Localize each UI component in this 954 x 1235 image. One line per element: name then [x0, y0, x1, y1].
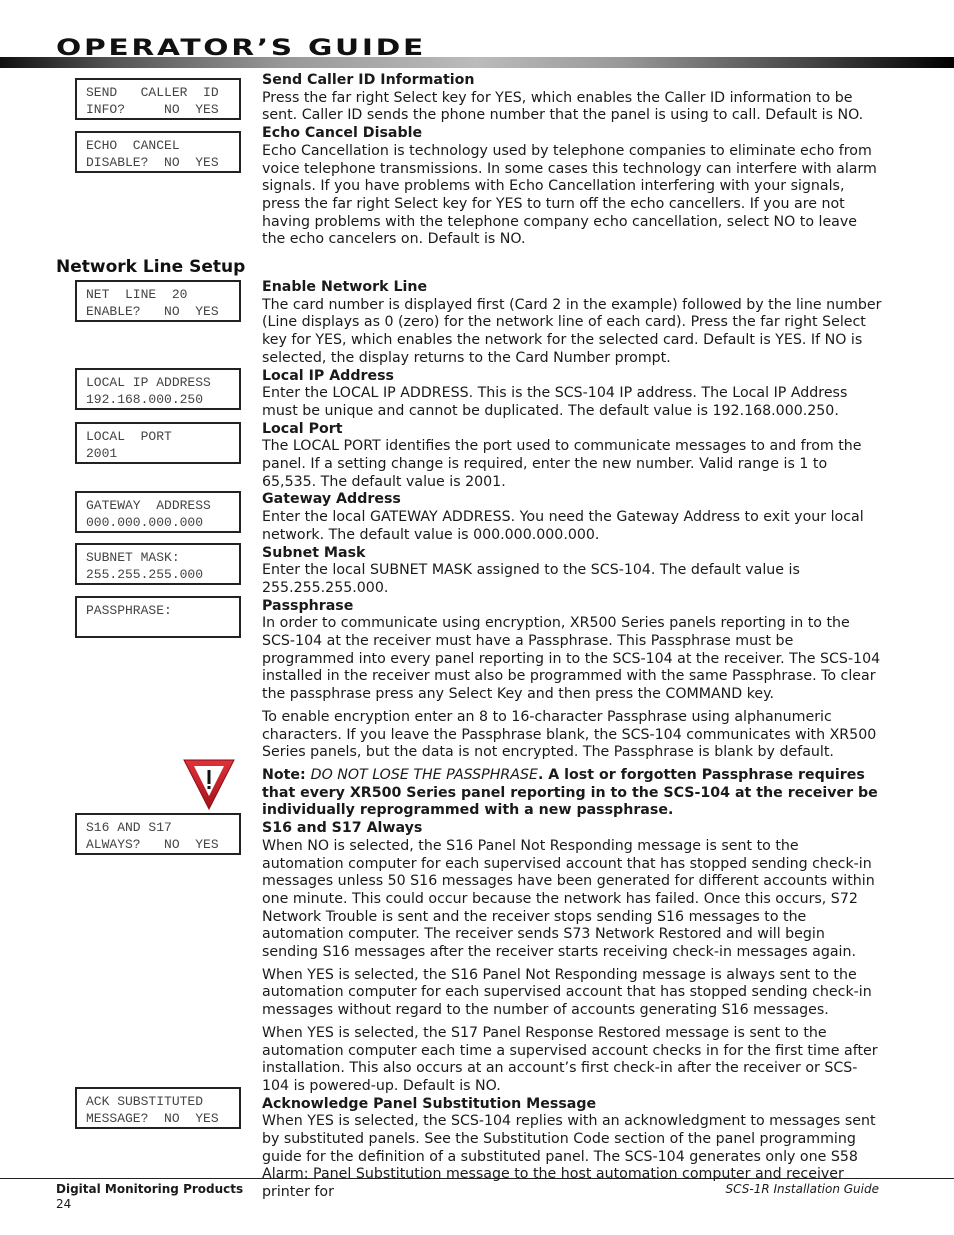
section-title: Send Caller ID Information — [262, 72, 475, 88]
lcd-line: ACK SUBSTITUTED — [86, 1094, 204, 1109]
lcd-line: DISABLE? NO YES — [86, 155, 219, 170]
section-body: Press the far right Select key for YES, … — [262, 89, 864, 124]
section-body: When YES is selected, the S16 Panel Not … — [262, 966, 872, 1019]
lcd-line: MESSAGE? NO YES — [86, 1111, 219, 1126]
section-body: The LOCAL PORT identifies the port used … — [262, 438, 862, 490]
section-body: When YES is selected, the S17 Panel Resp… — [262, 1024, 878, 1094]
section-title: Echo Cancel Disable — [262, 125, 423, 142]
lcd-line: LOCAL PORT — [86, 429, 172, 444]
section-title: Passphrase — [262, 597, 354, 614]
section-send-caller-id: Send Caller ID Information Press the far… — [262, 72, 882, 249]
warning-yield-icon — [183, 759, 235, 810]
lcd-line: ENABLE? NO YES — [86, 304, 219, 319]
lcd-gateway: GATEWAY ADDRESS 000.000.000.000 — [75, 491, 241, 533]
footer-divider — [0, 1178, 954, 1179]
lcd-local-ip: LOCAL IP ADDRESS 192.168.000.250 — [75, 368, 241, 410]
lcd-line: LOCAL IP ADDRESS — [86, 375, 211, 390]
section-body: Echo Cancellation is technology used by … — [262, 142, 877, 248]
lcd-line: ECHO CANCEL — [86, 138, 180, 153]
section-body: When NO is selected, the S16 Panel Not R… — [262, 837, 875, 961]
lcd-line: SEND CALLER ID — [86, 85, 219, 100]
section-title: Acknowledge Panel Substitution Message — [262, 1095, 597, 1112]
section-network: Enable Network Line The card number is d… — [262, 279, 882, 1202]
lcd-net-line-enable: NET LINE 20 ENABLE? NO YES — [75, 280, 241, 322]
lcd-passphrase: PASSPHRASE: — [75, 596, 241, 638]
footer-company: Digital Monitoring Products — [56, 1182, 244, 1196]
lcd-line: 000.000.000.000 — [86, 515, 204, 530]
section-title: S16 and S17 Always — [262, 820, 423, 837]
lcd-line: 192.168.000.250 — [86, 392, 204, 407]
footer-page-number: 24 — [56, 1197, 72, 1211]
section-body: Enter the local SUBNET MASK assigned to … — [262, 562, 800, 596]
section-body: Enter the local GATEWAY ADDRESS. You nee… — [262, 509, 864, 543]
section-title: Gateway Address — [262, 491, 401, 508]
footer-guide-title: SCS-1R Installation Guide — [725, 1182, 879, 1196]
lcd-line: SUBNET MASK: — [86, 550, 180, 565]
lcd-line: S16 AND S17 — [86, 820, 172, 835]
section-body: To enable encryption enter an 8 to 16-ch… — [262, 708, 877, 761]
lcd-local-port: LOCAL PORT 2001 — [75, 422, 241, 464]
lcd-line: GATEWAY ADDRESS — [86, 498, 211, 513]
section-title: Local IP Address — [262, 367, 394, 384]
section-title: Subnet Mask — [262, 544, 366, 561]
lcd-send-caller-id: SEND CALLER ID INFO? NO YES — [75, 78, 241, 120]
note-label: Note: — [262, 766, 311, 783]
section-body: In order to communicate using encryption… — [262, 615, 881, 703]
lcd-line: 255.255.255.000 — [86, 567, 204, 582]
lcd-line: PASSPHRASE: — [86, 603, 172, 618]
section-body: Enter the LOCAL IP ADDRESS. This is the … — [262, 385, 848, 419]
lcd-line — [86, 619, 239, 636]
lcd-line: 2001 — [86, 446, 118, 461]
header-gradient-bar — [0, 57, 954, 68]
lcd-line: INFO? NO YES — [86, 102, 219, 117]
section-body: The card number is displayed first (Card… — [262, 296, 882, 366]
lcd-echo-cancel: ECHO CANCEL DISABLE? NO YES — [75, 131, 241, 173]
note-emphasis: DO NOT LOSE THE PASSPHRASE — [310, 766, 538, 783]
lcd-s16-s17: S16 AND S17 ALWAYS? NO YES — [75, 813, 241, 855]
lcd-line: NET LINE 20 — [86, 287, 188, 302]
passphrase-note: Note: DO NOT LOSE THE PASSPHRASE. A lost… — [262, 767, 882, 820]
section-title: Enable Network Line — [262, 279, 428, 295]
lcd-ack-substituted: ACK SUBSTITUTED MESSAGE? NO YES — [75, 1087, 241, 1129]
lcd-line: ALWAYS? NO YES — [86, 837, 219, 852]
section-title: Local Port — [262, 420, 343, 437]
lcd-subnet: SUBNET MASK: 255.255.255.000 — [75, 543, 241, 585]
section-heading-network-line-setup: Network Line Setup — [56, 257, 246, 277]
